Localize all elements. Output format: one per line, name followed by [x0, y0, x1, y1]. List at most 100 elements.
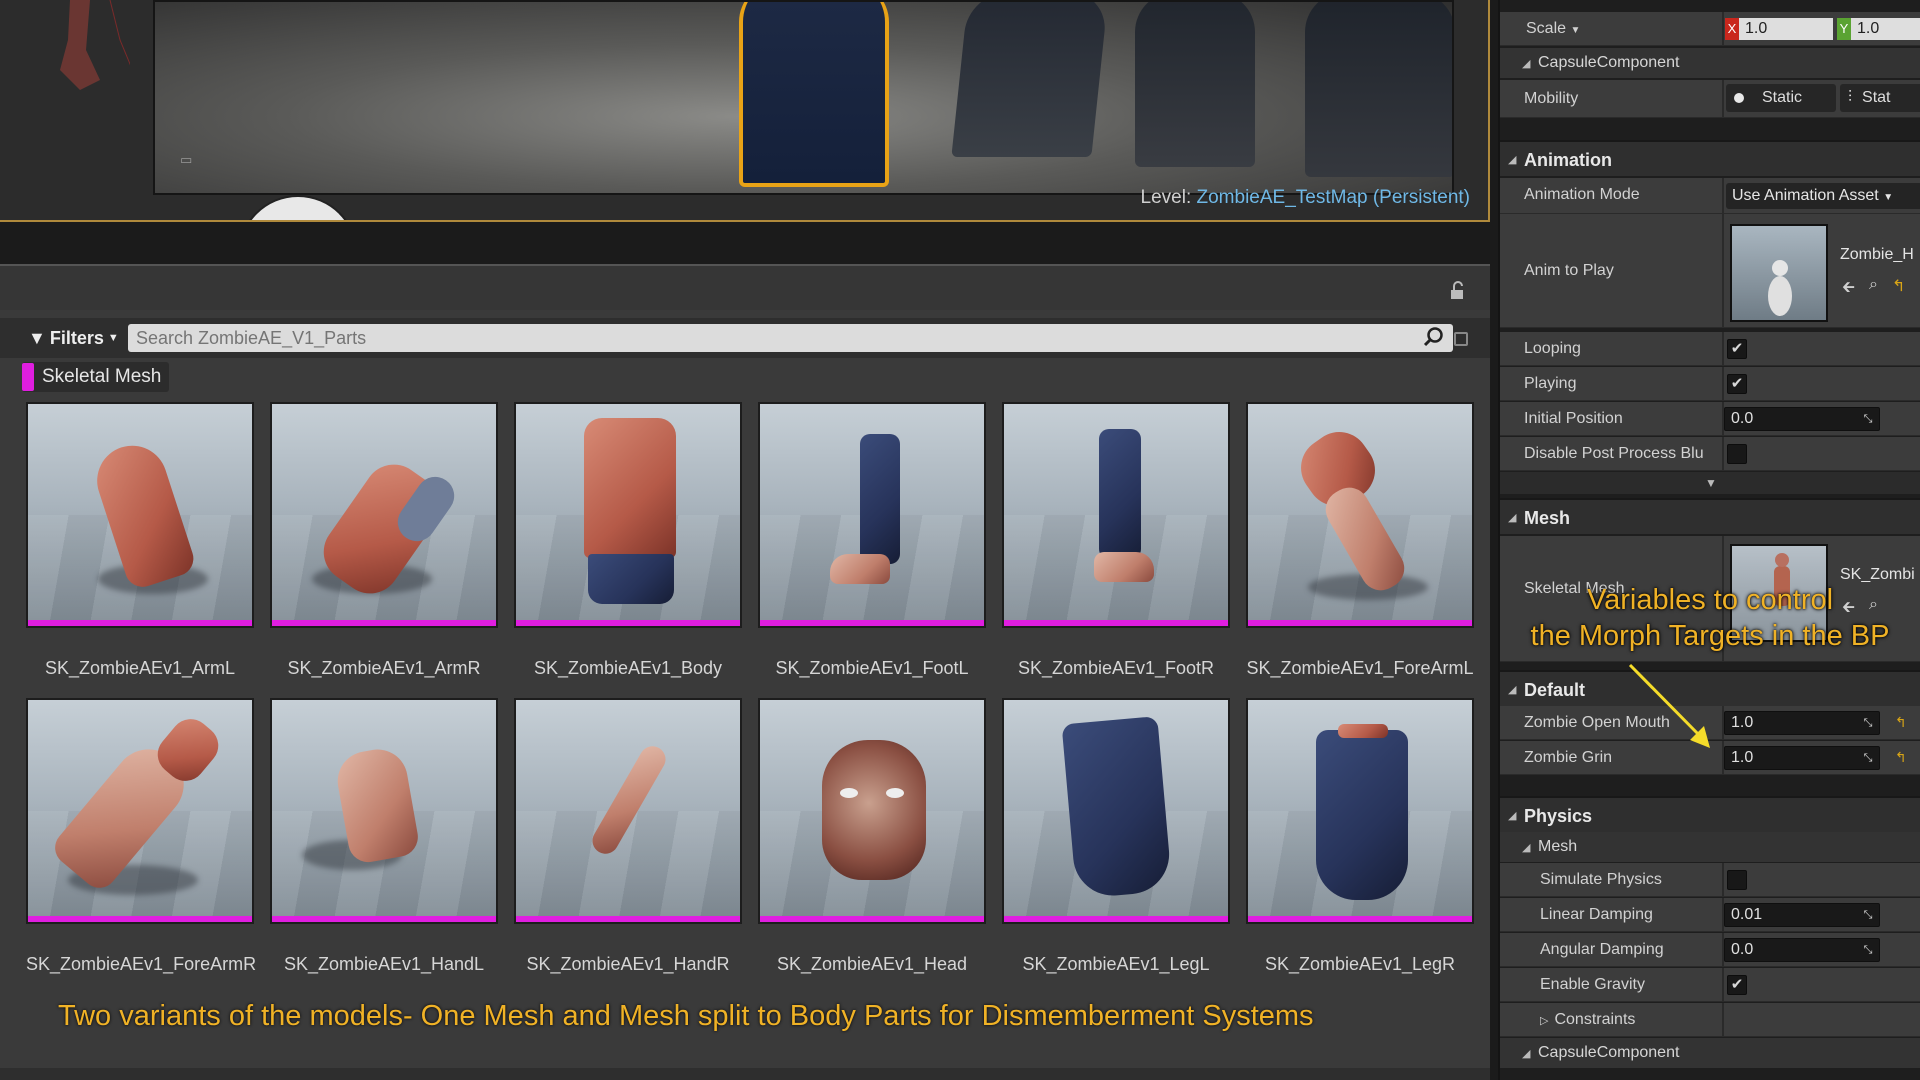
zombie-grin-input[interactable] [1725, 747, 1855, 769]
advanced-expand-arrow-icon[interactable]: ▼ [1500, 472, 1920, 494]
scale-y-input[interactable] [1851, 18, 1920, 40]
use-selected-arrow-icon[interactable]: 🡰 [1842, 276, 1855, 303]
asset-name: SK_ZombieAEv1_FootL [775, 658, 969, 678]
scale-x-field[interactable] [1739, 18, 1833, 40]
spin-arrows-icon[interactable]: ⤡ [1861, 716, 1875, 730]
zombie-character [951, 2, 1109, 157]
morph-targets-annotation: Variables to control the Morph Targets i… [1510, 582, 1910, 654]
scale-label[interactable]: Scale ▼ [1526, 20, 1580, 38]
anim-asset-name: Zombie_H [1840, 246, 1914, 263]
zombie-character [1135, 2, 1255, 167]
asset-tile[interactable]: SK_ZombieAEv1_FootL [758, 402, 986, 680]
asset-thumbnail [758, 698, 986, 924]
filters-button[interactable]: ▼ Filters ▼ [28, 324, 119, 352]
level-label-prefix: Level: [1140, 187, 1192, 208]
scale-x-badge: X [1725, 18, 1739, 40]
content-browser-footer [0, 1068, 1490, 1080]
section-label: Mesh [1538, 838, 1578, 855]
initial-position-input[interactable] [1725, 408, 1855, 430]
spin-arrows-icon[interactable]: ⤡ [1861, 943, 1875, 957]
mobility-stationary-button[interactable]: ⫶ Stat [1840, 84, 1920, 112]
animation-mode-dropdown[interactable]: Use Animation Asset ▼ [1726, 183, 1920, 209]
enable-gravity-checkbox[interactable]: ✔ [1727, 975, 1747, 995]
level-viewport[interactable]: ▭ Level: ZombieAE_TestMap (Persistent) [0, 0, 1490, 222]
asset-tile[interactable]: SK_ZombieAEv1_FootR [1002, 402, 1230, 680]
mobility-static-button[interactable]: Static [1726, 84, 1836, 112]
capsule-component-section[interactable]: ◢ CapsuleComponent [1500, 48, 1920, 78]
linear-damping-field[interactable]: ⤡ [1724, 903, 1880, 927]
mesh-category[interactable]: ◢ Mesh [1500, 498, 1920, 534]
linear-damping-input[interactable] [1725, 904, 1855, 926]
asset-tile[interactable]: SK_ZombieAEv1_HandR [514, 698, 742, 976]
physics-capsule-section[interactable]: ◢ CapsuleComponent [1500, 1038, 1920, 1068]
animation-mode-row: Animation Mode Use Animation Asset ▼ [1500, 178, 1920, 214]
playing-checkbox[interactable]: ✔ [1727, 374, 1747, 394]
spin-arrows-icon[interactable]: ⤡ [1861, 908, 1875, 922]
zombie-open-mouth-field[interactable]: ⤡ [1724, 711, 1880, 735]
search-icon[interactable] [1423, 326, 1445, 348]
simulate-physics-row: Simulate Physics [1500, 863, 1920, 897]
mobility-row: Mobility Static ⫶ Stat [1500, 80, 1920, 118]
filter-color-swatch [22, 363, 34, 391]
zombie-open-mouth-input[interactable] [1725, 712, 1855, 734]
asset-search-box[interactable] [128, 324, 1453, 352]
angular-damping-label: Angular Damping [1540, 941, 1664, 958]
initial-position-field[interactable]: ⤡ [1724, 407, 1880, 431]
spin-arrows-icon[interactable]: ⤡ [1861, 412, 1875, 426]
reset-to-default-icon[interactable]: ↰ [1895, 749, 1907, 766]
constraints-row[interactable]: ▷ Constraints [1500, 1003, 1920, 1037]
asset-thumbnail [270, 698, 498, 924]
asset-tile[interactable]: SK_ZombieAEv1_Head [758, 698, 986, 976]
asset-tile[interactable]: SK_ZombieAEv1_ArmL [26, 402, 254, 680]
asset-tile[interactable]: SK_ZombieAEv1_ForeArmR [26, 698, 256, 976]
zombie-grin-field[interactable]: ⤡ [1724, 746, 1880, 770]
collapse-triangle-icon: ◢ [1522, 1048, 1531, 1060]
reset-arrow-icon[interactable]: ↰ [1892, 276, 1905, 303]
scale-y-field[interactable] [1851, 18, 1920, 40]
asset-tile[interactable]: SK_ZombieAEv1_LegR [1246, 698, 1474, 976]
asset-thumbnail [26, 698, 254, 924]
angular-damping-input[interactable] [1725, 939, 1855, 961]
camera-speed-icon[interactable]: ▭ [180, 152, 198, 167]
lock-icon[interactable] [1448, 281, 1468, 301]
animation-category[interactable]: ◢ Animation [1500, 140, 1920, 176]
angular-damping-field[interactable]: ⤡ [1724, 938, 1880, 962]
linear-damping-label: Linear Damping [1540, 906, 1653, 923]
asset-tile[interactable]: SK_ZombieAEv1_ArmR [270, 402, 498, 680]
content-browser: ▼ Filters ▼ Skeletal Mesh SK_Z [0, 264, 1490, 1080]
scale-x-input[interactable] [1739, 18, 1833, 40]
simulate-physics-checkbox[interactable] [1727, 870, 1747, 890]
save-search-icon[interactable] [1454, 332, 1468, 346]
looping-row: Looping ✔ [1500, 332, 1920, 366]
asset-search-input[interactable] [128, 324, 1453, 352]
asset-grid: SK_ZombieAEv1_ArmL SK_ZombieAEv1_ArmR SK… [26, 402, 1476, 976]
category-label: Physics [1524, 806, 1593, 826]
physics-category[interactable]: ◢ Physics [1500, 796, 1920, 832]
anim-asset-actions: 🡰 ⌕ ↰ [1842, 276, 1905, 303]
viewport-scene[interactable] [153, 0, 1454, 195]
spin-arrows-icon[interactable]: ⤡ [1861, 751, 1875, 765]
level-label: Level: ZombieAE_TestMap (Persistent) [1141, 187, 1470, 209]
reset-to-default-icon[interactable]: ↰ [1895, 714, 1907, 731]
asset-name: SK_ZombieAEv1_ForeArmL [1246, 658, 1474, 678]
asset-thumbnail [1246, 698, 1474, 924]
anim-asset-thumbnail[interactable] [1730, 224, 1828, 322]
active-filter-chip[interactable]: Skeletal Mesh [22, 362, 170, 392]
selected-character-legs[interactable] [739, 2, 889, 187]
looping-label: Looping [1524, 340, 1581, 357]
asset-tile[interactable]: SK_ZombieAEv1_HandL [270, 698, 498, 976]
asset-tile[interactable]: SK_ZombieAEv1_Body [514, 402, 742, 680]
asset-tile[interactable]: SK_ZombieAEv1_LegL [1002, 698, 1230, 976]
asset-tile[interactable]: SK_ZombieAEv1_ForeArmL [1246, 402, 1474, 680]
browse-search-icon[interactable]: ⌕ [1869, 276, 1878, 303]
disable-post-process-checkbox[interactable] [1727, 444, 1747, 464]
scale-y-badge: Y [1837, 18, 1851, 40]
zombie-grin-label: Zombie Grin [1524, 749, 1613, 766]
looping-checkbox[interactable]: ✔ [1727, 339, 1747, 359]
playing-row: Playing ✔ [1500, 367, 1920, 401]
asset-name: SK_ZombieAEv1_FootR [1017, 658, 1215, 678]
physics-mesh-subsection[interactable]: ◢ Mesh [1500, 832, 1920, 862]
asset-type-bar [28, 620, 252, 626]
sliders-icon: ⫶ [1848, 89, 1853, 106]
mobility-label: Mobility [1524, 90, 1579, 107]
